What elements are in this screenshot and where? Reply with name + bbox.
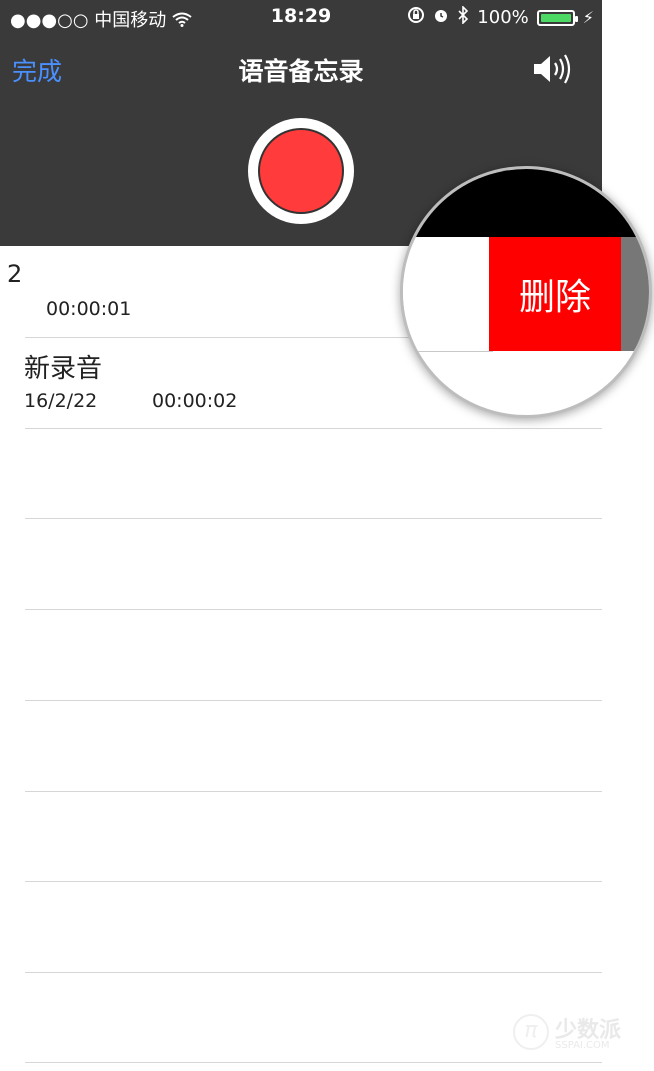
magnified-header (403, 169, 649, 237)
divider (25, 609, 602, 610)
page-title: 语音备忘录 (238, 57, 364, 86)
record-button[interactable] (248, 118, 354, 224)
magnified-row (403, 237, 493, 352)
watermark: π 少数派 SSPAI.COM (513, 1012, 643, 1058)
battery-percent: 100% (477, 7, 529, 28)
divider (25, 972, 602, 973)
magnifier-callout: 删除 (400, 166, 652, 418)
rotation-lock-icon (407, 6, 425, 29)
recording-name: 2 (7, 260, 23, 288)
recording-duration: 00:00:02 (152, 390, 238, 412)
voice-memos-screen: ●●●○○ 中国移动 18:29 100% ⚡ 完成 语音备忘录 2 00:00… (0, 0, 602, 1071)
record-icon (258, 128, 344, 214)
magnified-edge (621, 237, 649, 351)
speaker-icon[interactable] (530, 50, 576, 88)
recording-duration: 00:00:01 (46, 298, 132, 320)
recording-date: 16/2/22 (24, 390, 98, 412)
watermark-logo-icon: π (513, 1014, 549, 1050)
bluetooth-icon (457, 5, 469, 29)
alarm-icon (433, 7, 449, 28)
divider (25, 428, 602, 429)
divider (25, 700, 602, 701)
delete-button[interactable]: 删除 (489, 237, 621, 351)
recording-name: 新录音 (24, 354, 103, 384)
status-bar: ●●●○○ 中国移动 18:29 100% ⚡ (0, 0, 602, 34)
watermark-url: SSPAI.COM (555, 1040, 610, 1051)
battery-icon (536, 9, 578, 26)
divider (25, 881, 602, 882)
divider (25, 791, 602, 792)
divider (25, 518, 602, 519)
charging-bolt-icon: ⚡ (582, 8, 594, 27)
nav-bar: 完成 语音备忘录 (0, 44, 602, 92)
divider (25, 1062, 602, 1063)
